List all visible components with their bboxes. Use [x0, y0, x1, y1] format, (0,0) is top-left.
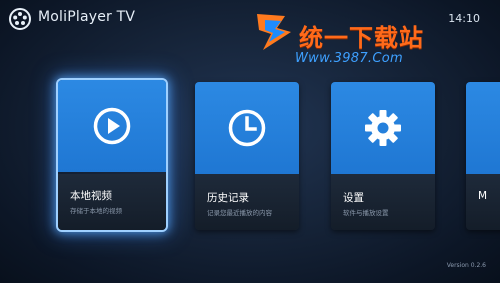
clock-icon [228, 109, 266, 147]
tile-local-video[interactable]: 本地视频 存储于本地的视频 [56, 78, 168, 232]
tile-history[interactable]: 历史记录 记录您最近播放的内容 [195, 82, 299, 230]
watermark-url: Www.3987.Com [295, 51, 403, 66]
watermark: 统一下载站 Www.3987.Com [255, 12, 445, 70]
tile-label: 历史记录 [207, 192, 249, 204]
tile-subtitle: 存储于本地的视频 [70, 207, 122, 215]
tile-label: 本地视频 [70, 190, 112, 202]
tile-label: M [478, 190, 488, 202]
tile-bottom [466, 174, 500, 230]
tile-partial[interactable]: M [466, 82, 500, 230]
gear-icon [365, 110, 401, 146]
watermark-title: 统一下载站 [299, 24, 424, 52]
play-icon [93, 107, 131, 145]
tile-settings[interactable]: 设置 软件与播放设置 [331, 82, 435, 230]
watermark-logo-icon [257, 14, 291, 50]
tile-top [466, 82, 500, 174]
tile-label: 设置 [343, 192, 364, 204]
clock: 14:10 [448, 12, 480, 25]
app-logo-icon [9, 8, 31, 30]
tile-subtitle: 记录您最近播放的内容 [207, 209, 272, 217]
tile-subtitle: 软件与播放设置 [343, 209, 389, 217]
version-label: Version 0.2.6 [446, 262, 486, 269]
app-title: MoliPlayer TV [38, 9, 136, 25]
